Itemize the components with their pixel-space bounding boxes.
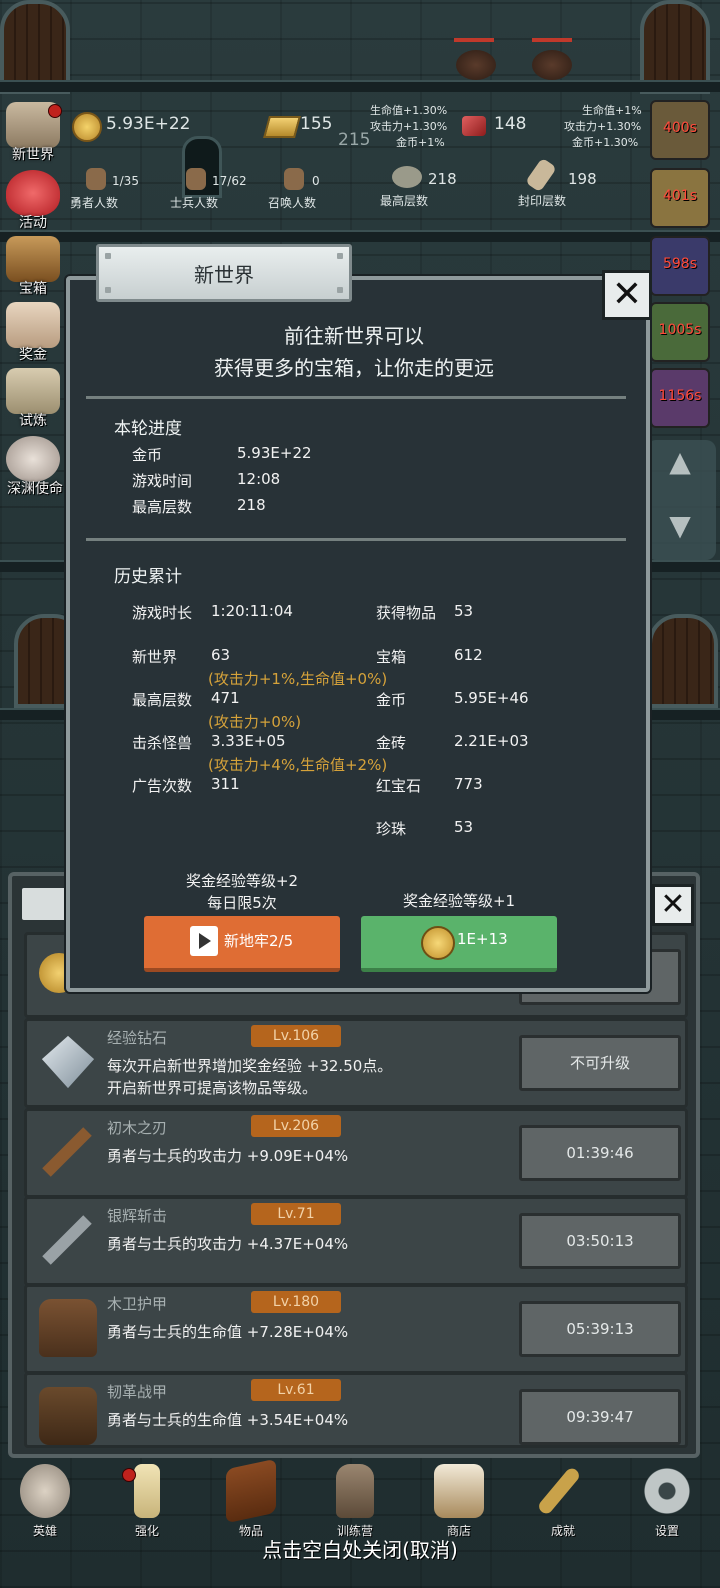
stat-label: 游戏时间 <box>132 472 193 490</box>
notification-dot <box>122 1468 136 1482</box>
intro-line: 获得更多的宝箱，让你走的更远 <box>214 356 494 380</box>
stat-label: 游戏时长 <box>132 604 193 622</box>
stat-label: 宝箱 <box>376 648 407 666</box>
lantern-icon <box>336 1464 374 1518</box>
coin-button-label: 1E+13 <box>457 930 508 948</box>
stat-label: 击杀怪兽 <box>132 734 193 752</box>
stat-value: 218 <box>237 496 266 514</box>
skull-icon <box>20 1464 70 1518</box>
stat-label: 金币 <box>376 691 407 709</box>
video-play-icon <box>190 926 218 956</box>
stat-label: 金币 <box>132 446 163 464</box>
nav-shop[interactable]: 商店 <box>424 1462 494 1542</box>
intro-line: 前往新世界可以 <box>284 324 424 348</box>
stat-label: 广告次数 <box>132 777 193 795</box>
stat-value: 3.33E+05 <box>211 732 286 750</box>
stat-value: 53 <box>454 602 474 620</box>
watch-ad-button[interactable]: 新地牢2/5 <box>144 916 340 972</box>
stat-value: 1:20:11:04 <box>211 602 293 620</box>
stat-value: 5.95E+46 <box>454 689 529 707</box>
stat-label: 获得物品 <box>376 604 437 622</box>
bonus-text: (攻击力+1%,生命值+0%) <box>208 670 388 688</box>
stat-value: 63 <box>211 646 231 664</box>
gold-coin-icon <box>421 926 455 960</box>
divider <box>86 396 626 399</box>
modal-title: 新世界 <box>194 263 254 287</box>
stat-label: 新世界 <box>132 648 178 666</box>
bonus-text: (攻击力+0%) <box>208 713 302 731</box>
gear-icon <box>642 1464 692 1518</box>
coin-reward-note: 奖金经验等级+1 <box>402 892 516 910</box>
close-icon[interactable]: ✕ <box>602 270 652 320</box>
stat-label: 金砖 <box>376 734 407 752</box>
nav-items[interactable]: 物品 <box>216 1458 286 1542</box>
stat-label: 最高层数 <box>132 691 193 709</box>
stat-value: 12:08 <box>237 470 281 488</box>
nav-achievements[interactable]: 成就 <box>528 1462 598 1542</box>
stat-value: 53 <box>454 818 474 836</box>
ad-button-label: 新地牢2/5 <box>224 932 294 950</box>
nav-training[interactable]: 训练营 <box>320 1462 390 1542</box>
stat-label: 红宝石 <box>376 777 422 795</box>
stat-value: 5.93E+22 <box>237 444 312 462</box>
nav-heroes[interactable]: 英雄 <box>10 1462 80 1542</box>
nav-settings[interactable]: 设置 <box>632 1462 702 1542</box>
modal-title-plate: 新世界 <box>96 244 352 302</box>
nav-upgrade[interactable]: 强化 <box>112 1462 182 1542</box>
key-icon <box>536 1465 582 1517</box>
section-title: 本轮进度 <box>114 419 182 439</box>
stat-value: 311 <box>211 775 240 793</box>
ad-reward-note: 奖金经验等级+2 <box>185 872 299 890</box>
pay-coin-button[interactable]: 1E+13 <box>361 916 557 972</box>
stat-value: 471 <box>211 689 240 707</box>
divider <box>86 538 626 541</box>
stat-label: 珍珠 <box>376 820 407 838</box>
section-title: 历史累计 <box>114 567 182 587</box>
stat-value: 773 <box>454 775 483 793</box>
candle-icon <box>134 1464 160 1518</box>
ad-limit-note: 每日限5次 <box>207 894 277 912</box>
close-hint[interactable]: 点击空白处关闭(取消) <box>0 1534 720 1563</box>
stat-value: 612 <box>454 646 483 664</box>
bonus-text: (攻击力+4%,生命值+2%) <box>208 756 388 774</box>
stat-value: 2.21E+03 <box>454 732 529 750</box>
mug-icon <box>434 1464 484 1518</box>
book-icon <box>226 1458 276 1524</box>
stat-label: 最高层数 <box>132 498 193 516</box>
